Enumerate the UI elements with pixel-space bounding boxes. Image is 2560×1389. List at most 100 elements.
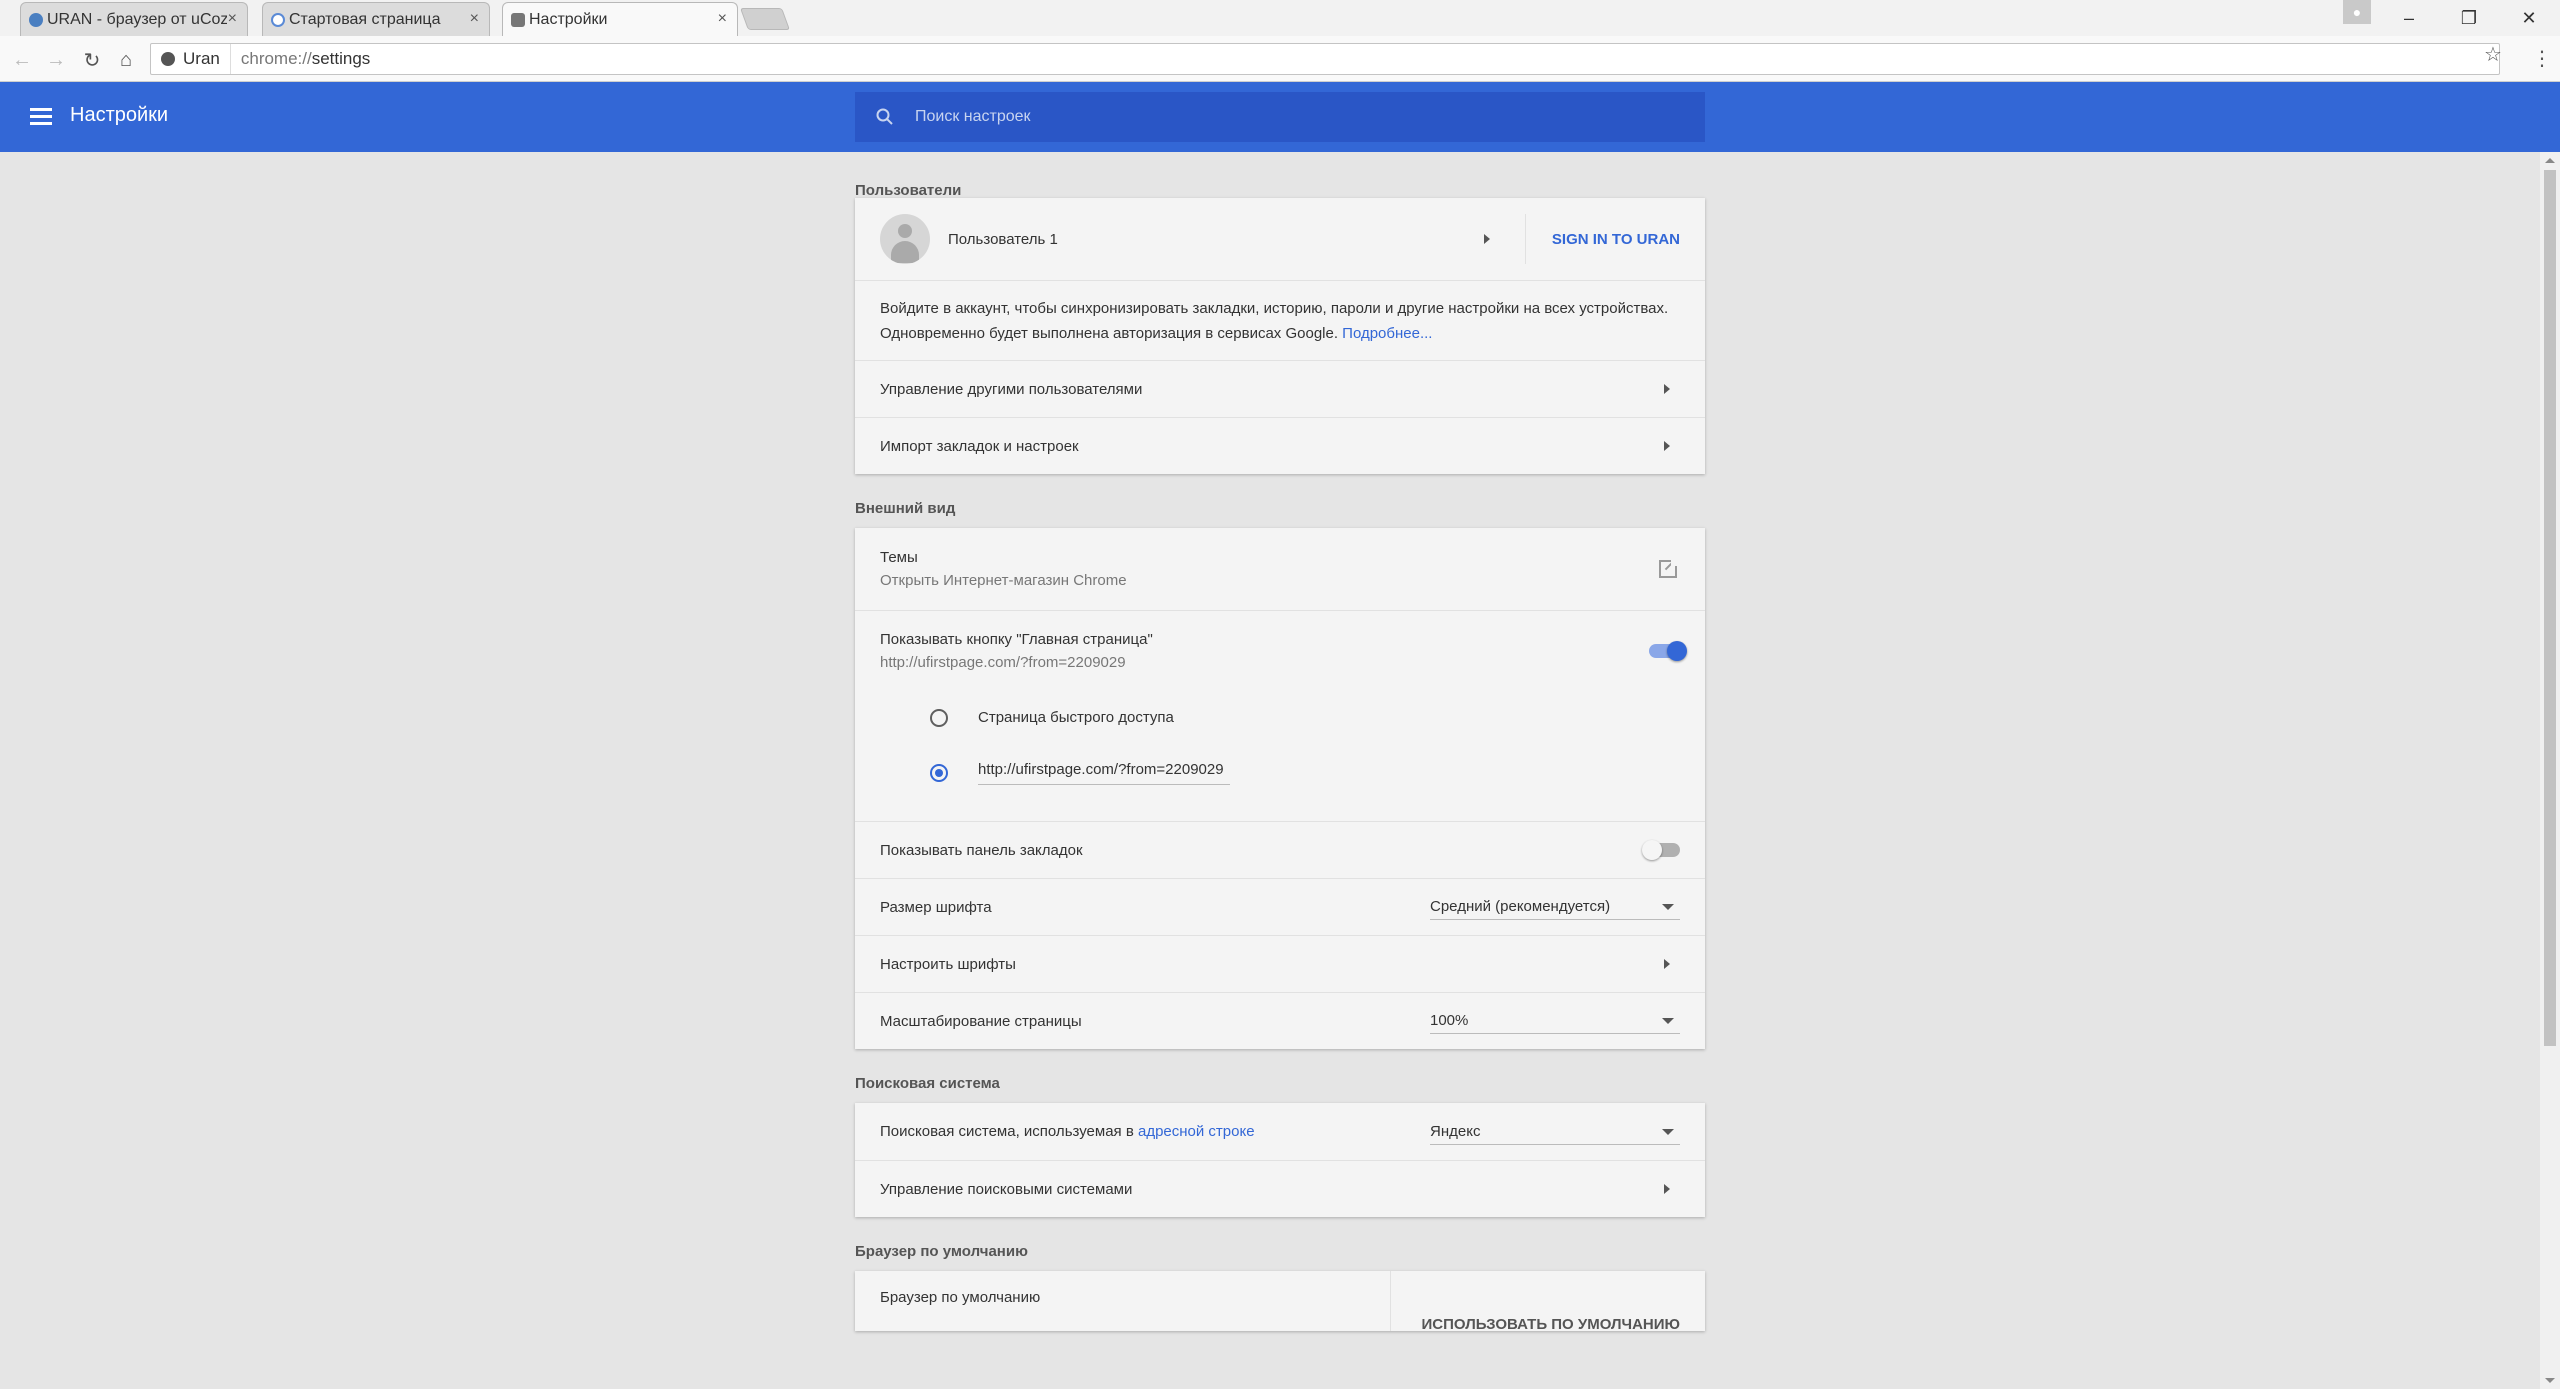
- zoom-select[interactable]: 100%: [1430, 1008, 1680, 1034]
- zoom-row: Масштабирование страницы 100%: [855, 992, 1705, 1049]
- tab-title: Стартовая страница: [289, 10, 441, 28]
- hamburger-menu-icon[interactable]: [30, 108, 52, 126]
- chevron-right-icon: [1484, 234, 1490, 244]
- url-path: settings: [311, 49, 371, 68]
- settings-content: Пользователи Пользователь 1 SIGN IN TO U…: [855, 152, 1705, 1353]
- scroll-thumb[interactable]: [2544, 170, 2556, 1046]
- search-input[interactable]: [915, 108, 1675, 126]
- tab-title: Настройки: [529, 10, 608, 28]
- tab-strip: URAN - браузер от uCoz × Стартовая стран…: [0, 0, 2560, 36]
- address-bar[interactable]: Uran chrome://settings: [150, 43, 2500, 75]
- dropdown-arrow-icon: [1662, 1018, 1674, 1024]
- back-button[interactable]: ←: [8, 46, 36, 74]
- themes-label: Темы: [880, 549, 918, 566]
- tab-title: URAN - браузер от uCoz: [47, 10, 227, 28]
- scroll-up-icon[interactable]: [2545, 158, 2555, 163]
- themes-row[interactable]: Темы Открыть Интернет-магазин Chrome: [855, 528, 1705, 610]
- home-button[interactable]: ⌂: [112, 46, 140, 74]
- close-tab-icon[interactable]: ×: [718, 10, 727, 28]
- tab-start-page[interactable]: Стартовая страница ×: [262, 2, 490, 36]
- scroll-down-icon[interactable]: [2545, 1378, 2555, 1383]
- section-title-appearance: Внешний вид: [855, 500, 956, 517]
- manage-users-row[interactable]: Управление другими пользователями: [855, 360, 1705, 417]
- chevron-right-icon: [1664, 384, 1670, 394]
- search-icon: [855, 108, 915, 126]
- section-title-default-browser: Браузер по умолчанию: [855, 1243, 1028, 1260]
- site-label: Uran: [183, 49, 220, 68]
- customize-fonts-label: Настроить шрифты: [880, 955, 1016, 973]
- radio-custom-url[interactable]: [930, 764, 948, 782]
- dropdown-arrow-icon: [1662, 1128, 1674, 1135]
- themes-sublabel: Открыть Интернет-магазин Chrome: [880, 572, 1127, 589]
- tab-uran[interactable]: URAN - браузер от uCoz ×: [20, 2, 248, 36]
- browser-toolbar: ← → ↻ ⌂ Uran chrome://settings ☆: [0, 36, 2560, 82]
- search-engine-row: Поисковая система, используемая в адресн…: [855, 1103, 1705, 1160]
- site-info-icon: [161, 52, 175, 66]
- users-card: Пользователь 1 SIGN IN TO URAN Войдите в…: [855, 198, 1705, 474]
- default-browser-card: Браузер по умолчанию ИСПОЛЬЗОВАТЬ ПО УМО…: [855, 1271, 1705, 1333]
- settings-header: Настройки: [0, 82, 2560, 152]
- restore-button[interactable]: ❐: [2440, 0, 2498, 36]
- url-text[interactable]: chrome://settings: [231, 49, 370, 69]
- import-label: Импорт закладок и настроек: [880, 437, 1079, 455]
- gear-icon: [511, 13, 525, 27]
- reload-button[interactable]: ↻: [78, 46, 106, 74]
- font-size-label: Размер шрифта: [880, 898, 992, 916]
- chevron-right-icon: [1664, 959, 1670, 969]
- tab-settings[interactable]: Настройки ×: [502, 2, 738, 36]
- bookmarks-bar-row[interactable]: Показывать панель закладок: [855, 821, 1705, 878]
- settings-search[interactable]: [855, 92, 1705, 142]
- sync-text: Войдите в аккаунт, чтобы синхронизироват…: [880, 299, 1669, 342]
- home-button-url: http://ufirstpage.com/?from=2209029: [880, 653, 1126, 671]
- external-link-icon[interactable]: [1659, 558, 1679, 578]
- learn-more-link[interactable]: Подробнее...: [1342, 325, 1432, 342]
- zoom-label: Масштабирование страницы: [880, 1012, 1082, 1030]
- default-browser-row: Браузер по умолчанию ИСПОЛЬЗОВАТЬ ПО УМО…: [855, 1271, 1705, 1333]
- user-row[interactable]: Пользователь 1 SIGN IN TO URAN: [855, 198, 1705, 280]
- avatar: [880, 214, 930, 264]
- page-scrollbar[interactable]: [2540, 152, 2560, 1389]
- radio-url-row[interactable]: http://ufirstpage.com/?from=2209029: [855, 745, 1705, 801]
- home-button-toggle[interactable]: [1649, 640, 1687, 661]
- sync-info-row: Войдите в аккаунт, чтобы синхронизироват…: [855, 280, 1705, 360]
- search-engine-label: Поисковая система, используемая в адресн…: [880, 1123, 1255, 1140]
- manage-search-engines-row[interactable]: Управление поисковыми системами: [855, 1160, 1705, 1217]
- home-button-label: Показывать кнопку "Главная страница": [880, 630, 1153, 648]
- font-size-select[interactable]: Средний (рекомендуется): [1430, 894, 1680, 920]
- home-button-row[interactable]: Показывать кнопку "Главная страница" htt…: [855, 610, 1705, 690]
- new-tab-button[interactable]: [739, 8, 791, 30]
- close-window-button[interactable]: ✕: [2500, 0, 2558, 36]
- browser-menu-icon[interactable]: ⋮: [2532, 46, 2552, 71]
- radio-ntp-label: Страница быстрого доступа: [978, 709, 1174, 726]
- address-bar-link[interactable]: адресной строке: [1138, 1123, 1255, 1140]
- dropdown-arrow-icon: [1662, 904, 1674, 910]
- manage-search-engines-label: Управление поисковыми системами: [880, 1180, 1133, 1198]
- radio-ntp-row[interactable]: Страница быстрого доступа: [855, 690, 1705, 745]
- zoom-value: 100%: [1430, 1012, 1469, 1029]
- forward-button[interactable]: →: [42, 46, 70, 74]
- sign-in-button[interactable]: SIGN IN TO URAN: [1552, 231, 1680, 248]
- font-size-row: Размер шрифта Средний (рекомендуется): [855, 878, 1705, 935]
- minimize-button[interactable]: –: [2380, 0, 2438, 36]
- bookmarks-bar-toggle[interactable]: [1642, 840, 1680, 860]
- font-size-value: Средний (рекомендуется): [1430, 898, 1611, 915]
- search-card: Поисковая система, используемая в адресн…: [855, 1103, 1705, 1217]
- search-engine-select[interactable]: Яндекс: [1430, 1119, 1680, 1145]
- uran-favicon-icon: [29, 13, 43, 27]
- set-default-button[interactable]: ИСПОЛЬЗОВАТЬ ПО УМОЛЧАНИЮ: [1422, 1316, 1681, 1333]
- radio-ntp[interactable]: [930, 708, 948, 727]
- close-tab-icon[interactable]: ×: [470, 10, 479, 28]
- site-info-chip[interactable]: Uran: [151, 44, 231, 74]
- home-url-input[interactable]: http://ufirstpage.com/?from=2209029: [978, 761, 1230, 785]
- chevron-right-icon: [1664, 441, 1670, 451]
- page-title: Настройки: [70, 104, 169, 126]
- bookmark-star-icon[interactable]: ☆: [2484, 42, 2502, 67]
- manage-users-label: Управление другими пользователями: [880, 380, 1143, 398]
- section-title-search: Поисковая система: [855, 1075, 1000, 1092]
- import-row[interactable]: Импорт закладок и настроек: [855, 417, 1705, 474]
- profile-icon[interactable]: ●: [2343, 0, 2371, 24]
- customize-fonts-row[interactable]: Настроить шрифты: [855, 935, 1705, 992]
- default-browser-label: Браузер по умолчанию: [880, 1289, 1041, 1306]
- bookmarks-bar-label: Показывать панель закладок: [880, 841, 1083, 859]
- close-tab-icon[interactable]: ×: [228, 10, 237, 28]
